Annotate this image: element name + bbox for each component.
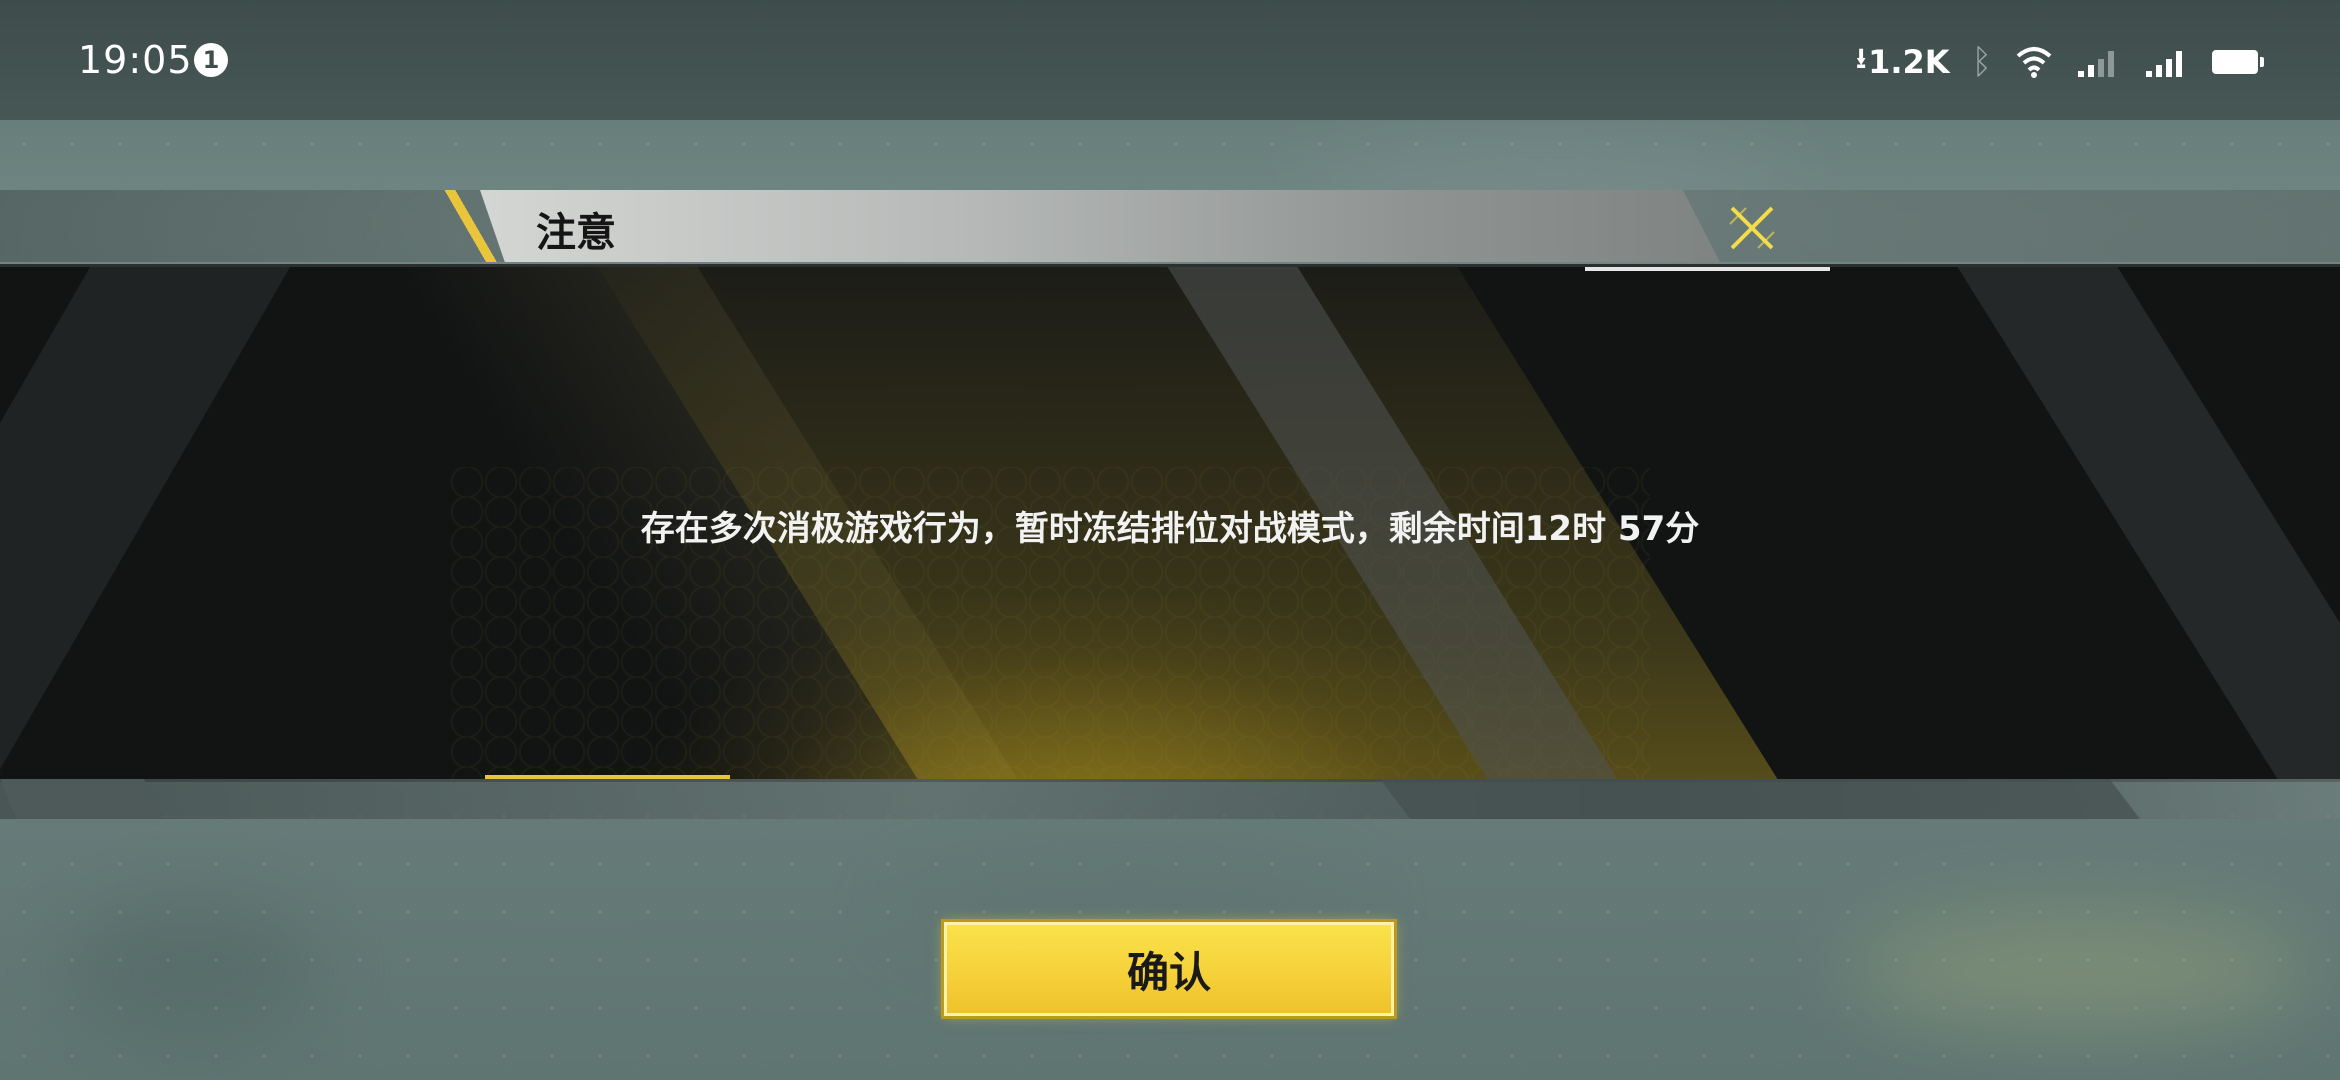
dialog-title-tab (480, 190, 1720, 262)
dialog-title: 注意 (536, 210, 616, 256)
notification-badge: 1 (194, 43, 228, 77)
dialog-message: 存在多次消极游戏行为，暂时冻结排位对战模式，剩余时间12时 57分 (640, 509, 1700, 549)
close-x-icon (1729, 206, 1775, 250)
dialog-body: 存在多次消极游戏行为，暂时冻结排位对战模式，剩余时间12时 57分 (0, 264, 2340, 782)
network-speed-value: 1.2K (1868, 43, 1950, 81)
decor-line (1585, 267, 1830, 271)
decor-slant (0, 779, 160, 819)
status-icons: ⭳ 1.2K ᛒ (1856, 38, 2264, 86)
status-time: 19:05 (78, 38, 193, 82)
bluetooth-icon: ᛒ (1971, 42, 1992, 82)
download-arrow-icon: ⭳ (1856, 42, 1867, 75)
signal-2-icon (2146, 51, 2182, 77)
confirm-button[interactable]: 确认 (944, 922, 1394, 1016)
status-bar: 19:05 1 ⭳ 1.2K ᛒ (0, 0, 2340, 120)
close-button[interactable] (1722, 198, 1782, 258)
signal-icon (2078, 51, 2114, 77)
wifi-icon (2016, 47, 2052, 78)
battery-icon (2212, 50, 2264, 74)
decor-slant (1380, 779, 2140, 819)
network-speed: ⭳ 1.2K (1856, 38, 1949, 86)
